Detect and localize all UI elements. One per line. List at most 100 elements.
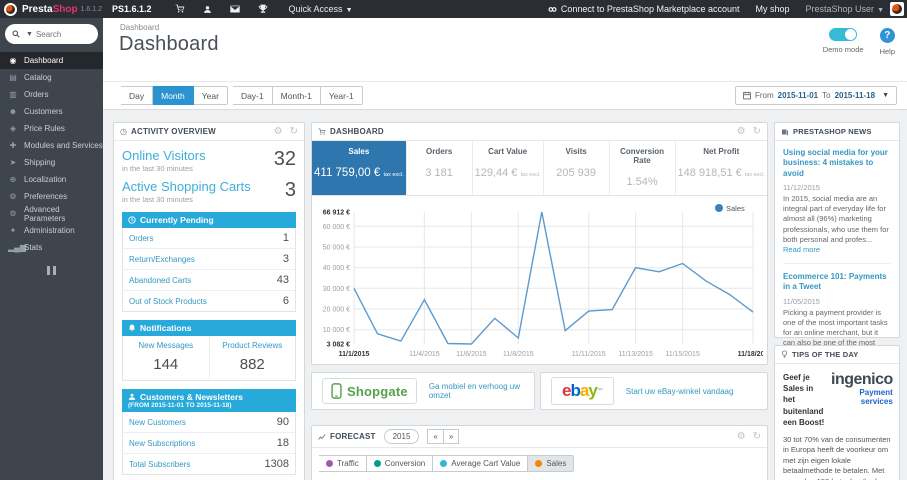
range-group-previous: Day-1 Month-1 Year-1 [232, 86, 363, 105]
profile-icon[interactable] [203, 5, 212, 14]
search-type-caret-icon[interactable]: ▼ [26, 31, 33, 38]
active-carts-value: 3 [284, 179, 296, 201]
svg-text:3 082 €: 3 082 € [327, 342, 350, 349]
tip-body: 30 tot 70% van de consumenten in Europa … [783, 434, 891, 480]
metric-label: Net Profit [703, 147, 740, 156]
metric-tile-visits[interactable]: Visits 205 939 [544, 141, 610, 195]
read-more-link[interactable]: Read more [783, 245, 820, 254]
metric-tiles: Sales 411 759,00 € tax excl. Orders 3 18… [312, 141, 767, 196]
news-article-title[interactable]: Ecommerce 101: Payments in a Tweet [783, 272, 891, 293]
user-menu[interactable]: PrestaShop User ▼ [806, 4, 884, 14]
collapse-menu-button[interactable] [46, 266, 58, 275]
metric-tile-net-profit[interactable]: Net Profit 148 918,51 € tax excl. [676, 141, 767, 195]
forecast-prev-button[interactable]: « [427, 429, 444, 444]
panel-settings-icon[interactable]: ⚙ [737, 126, 746, 137]
customers-row-link[interactable]: New Subscriptions [129, 439, 195, 448]
range-button-month[interactable]: Month [153, 86, 194, 105]
panel-refresh-icon[interactable]: ↻ [290, 126, 298, 137]
search-box[interactable]: ▼ [5, 24, 98, 44]
forecast-legend-button-traffic[interactable]: Traffic [319, 455, 367, 472]
marketplace-link[interactable]: Connect to PrestaShop Marketplace accoun… [548, 4, 740, 14]
sidebar-item-modules-and-services[interactable]: ✚ Modules and Services [0, 137, 103, 154]
panel-settings-icon[interactable]: ⚙ [737, 431, 746, 442]
metric-tile-cart-value[interactable]: Cart Value 129,44 € tax excl. [473, 141, 544, 195]
notification-link[interactable]: Product Reviews [212, 341, 294, 350]
sidebar-item-customers[interactable]: ☻ Customers [0, 103, 103, 120]
sidebar-item-preferences[interactable]: ⚙ Preferences [0, 188, 103, 205]
forecast-legend-button-average-cart-value[interactable]: Average Cart Value [433, 455, 529, 472]
sidebar-item-dashboard[interactable]: ◉ Dashboard [0, 52, 103, 69]
search-icon [12, 30, 20, 38]
range-button-year[interactable]: Year [193, 86, 228, 105]
cart-icon[interactable] [175, 4, 185, 14]
svg-text:11/6/2015: 11/6/2015 [456, 351, 487, 358]
sidebar-item-label: Preferences [24, 192, 68, 201]
pending-row-link[interactable]: Out of Stock Products [129, 297, 207, 306]
panel-title: ACTIVITY OVERVIEW [130, 127, 216, 136]
demo-mode-control: Demo mode [823, 28, 864, 56]
forecast-chart-icon [318, 433, 326, 441]
metric-value: 3 181 [425, 167, 453, 179]
range-button-year-1[interactable]: Year-1 [320, 86, 363, 105]
metric-tile-orders[interactable]: Orders 3 181 [407, 141, 473, 195]
notification-link[interactable]: New Messages [125, 341, 207, 350]
metric-tile-conversion-rate[interactable]: Conversion Rate 1.54% [610, 141, 676, 195]
ebay-link[interactable]: Start uw eBay-winkel vandaag [626, 387, 734, 396]
svg-text:30 000 €: 30 000 € [323, 286, 350, 293]
metric-value: 411 759,00 € tax excl. [314, 167, 404, 179]
news-article-social-media: Using social media for your business: 4 … [783, 148, 891, 264]
sidebar-item-label: Price Rules [24, 124, 65, 133]
messages-icon[interactable] [229, 5, 240, 13]
range-button-day-1[interactable]: Day-1 [232, 86, 273, 105]
ingenico-logo: ingenico Payment services [831, 371, 893, 407]
customers-row-value: 90 [276, 416, 289, 428]
sales-line-chart[interactable]: 66 912 € 3 082 € 60 000 € 50 000 € 40 000 € 3… [314, 200, 768, 360]
sidebar-item-administration[interactable]: ✦ Administration [0, 222, 103, 239]
dashboard-content: ◷ ACTIVITY OVERVIEW ⚙ ↻ Online Visitors i… [103, 110, 907, 480]
shopgate-link[interactable]: Ga mobiel en verhoog uw omzet [429, 382, 524, 400]
notification-value: 144 [153, 356, 179, 373]
customers-row-link[interactable]: Total Subscribers [129, 460, 190, 469]
svg-text:20 000 €: 20 000 € [323, 307, 350, 314]
demo-mode-toggle[interactable] [829, 28, 858, 41]
svg-text:10 000 €: 10 000 € [323, 327, 350, 334]
range-button-day[interactable]: Day [121, 86, 154, 105]
panel-refresh-icon[interactable]: ↻ [753, 126, 761, 137]
forecast-year[interactable]: 2015 [383, 429, 420, 444]
pending-row-returns: Return/Exchanges 3 [123, 249, 295, 270]
user-avatar[interactable] [890, 2, 904, 16]
sidebar-item-advanced-parameters[interactable]: ⚙ Advanced Parameters [0, 205, 103, 223]
pending-row-link[interactable]: Return/Exchanges [129, 255, 195, 264]
forecast-legend-button-sales[interactable]: Sales [528, 455, 575, 472]
sidebar-item-localization[interactable]: ⊕ Localization [0, 171, 103, 188]
range-button-month-1[interactable]: Month-1 [272, 86, 321, 105]
search-input[interactable] [35, 29, 90, 39]
online-visitors-link[interactable]: Online Visitors [122, 148, 206, 163]
pending-row-link[interactable]: Orders [129, 234, 153, 243]
forecast-next-button[interactable]: » [443, 429, 460, 444]
active-carts-link[interactable]: Active Shopping Carts [122, 179, 251, 194]
customers-row-link[interactable]: New Customers [129, 418, 186, 427]
pending-row-link[interactable]: Abandoned Carts [129, 276, 191, 285]
quick-access-menu[interactable]: Quick Access ▼ [289, 4, 353, 14]
panel-settings-icon[interactable]: ⚙ [274, 126, 283, 137]
panel-refresh-icon[interactable]: ↻ [753, 431, 761, 442]
sidebar-item-price-rules[interactable]: ◈ Price Rules [0, 120, 103, 137]
help-icon[interactable]: ? [879, 28, 895, 43]
sidebar-item-orders[interactable]: ▥ Orders [0, 86, 103, 103]
breadcrumb: Dashboard [120, 23, 160, 32]
sidebar-item-shipping[interactable]: ➤ Shipping [0, 154, 103, 171]
trophy-icon[interactable] [258, 4, 268, 14]
forecast-legend-button-conversion[interactable]: Conversion [366, 455, 434, 472]
customers-row-new-subscriptions: New Subscriptions 18 [123, 433, 295, 454]
sidebar-item-stats[interactable]: ▂▄▆ Stats [0, 239, 103, 256]
shop-name[interactable]: PS1.6.1.2 [112, 4, 152, 14]
metric-tile-sales[interactable]: Sales 411 759,00 € tax excl. [312, 141, 407, 195]
sidebar-item-catalog[interactable]: ▤ Catalog [0, 69, 103, 86]
prestashop-logo-icon [4, 2, 17, 16]
date-range-picker[interactable]: From 2015-11-01 To 2015-11-18 ▼ [734, 86, 897, 105]
news-article-title[interactable]: Using social media for your business: 4 … [783, 148, 891, 179]
my-shop-link[interactable]: My shop [756, 4, 790, 14]
sidebar-item-label: Catalog [24, 73, 52, 82]
svg-text:40 000 €: 40 000 € [323, 265, 350, 272]
